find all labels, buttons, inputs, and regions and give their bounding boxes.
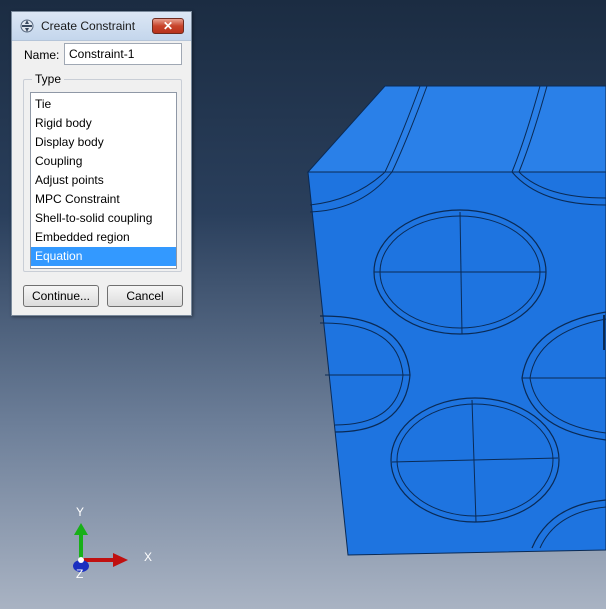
axis-x-label: X xyxy=(144,550,153,564)
cube-front-face xyxy=(307,171,606,556)
name-input[interactable] xyxy=(64,43,182,65)
axis-triad xyxy=(73,523,128,572)
type-item-tie[interactable]: Tie xyxy=(31,95,176,114)
create-constraint-dialog: Create Constraint ✕ Name: Type Tie Rigid… xyxy=(11,11,192,316)
type-item-shell-to-solid-coupling[interactable]: Shell-to-solid coupling xyxy=(31,209,176,228)
type-item-equation[interactable]: Equation xyxy=(31,247,176,266)
type-list[interactable]: Tie Rigid body Display body Coupling Adj… xyxy=(30,92,177,269)
type-legend: Type xyxy=(32,72,65,86)
constraint-app-icon xyxy=(20,19,34,33)
continue-button[interactable]: Continue... xyxy=(23,285,99,307)
type-item-mpc-constraint[interactable]: MPC Constraint xyxy=(31,190,176,209)
type-item-embedded-region[interactable]: Embedded region xyxy=(31,228,176,247)
close-button[interactable]: ✕ xyxy=(152,18,184,34)
type-item-coupling[interactable]: Coupling xyxy=(31,152,176,171)
dialog-titlebar[interactable]: Create Constraint ✕ xyxy=(12,12,191,41)
type-item-adjust-points[interactable]: Adjust points xyxy=(31,171,176,190)
cancel-button[interactable]: Cancel xyxy=(107,285,183,307)
name-label: Name: xyxy=(24,48,60,62)
dialog-title: Create Constraint xyxy=(41,19,136,33)
close-icon: ✕ xyxy=(162,19,174,33)
axis-z-label: Z xyxy=(76,567,84,581)
axis-y-label: Y xyxy=(76,505,85,519)
type-item-rigid-body[interactable]: Rigid body xyxy=(31,114,176,133)
type-item-display-body[interactable]: Display body xyxy=(31,133,176,152)
cube-top-face xyxy=(306,85,606,173)
